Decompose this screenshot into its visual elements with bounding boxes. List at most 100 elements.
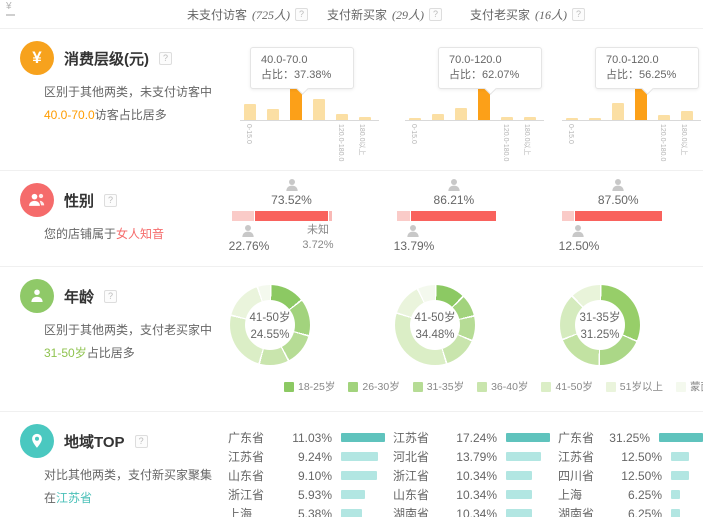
region-bar bbox=[506, 471, 532, 480]
region-percent: 11.03% bbox=[286, 431, 332, 445]
donut-center-percent: 31.25% bbox=[580, 329, 619, 341]
x-axis-label: 120.0-180.0 bbox=[337, 124, 344, 161]
legend-label: 31-35岁 bbox=[427, 379, 464, 394]
bar bbox=[359, 117, 371, 120]
region-left-panel: 地域TOP ? 对比其他两类，支付新买家聚集在江苏省 bbox=[0, 412, 228, 517]
consumption-left-panel: ¥ 消费层级(元) ? 区别于其他两类，未支付访客中40.0-70.0访客占比居… bbox=[0, 29, 228, 170]
region-row: 浙江省10.34% bbox=[393, 466, 558, 485]
region-name: 河北省 bbox=[393, 448, 451, 465]
legend-label: 51岁以上 bbox=[620, 379, 663, 394]
donut-center-label: 31-35岁31.25% bbox=[550, 285, 650, 365]
help-icon[interactable]: ? bbox=[572, 8, 585, 21]
bar bbox=[244, 104, 256, 120]
legend-label: 26-30岁 bbox=[362, 379, 399, 394]
region-name: 山东省 bbox=[393, 486, 451, 503]
bar bbox=[589, 118, 601, 120]
bar bbox=[524, 117, 536, 120]
legend-item: 蒙面侠 bbox=[676, 379, 703, 394]
tooltip-share: 占比：62.07% bbox=[449, 68, 541, 83]
age-legend: 18-25岁26-30岁31-35岁36-40岁41-50岁51岁以上蒙面侠 bbox=[284, 379, 703, 394]
legend-swatch bbox=[606, 382, 616, 392]
male-percent-label: 13.79% bbox=[391, 239, 437, 253]
gender-bar bbox=[562, 211, 662, 221]
legend-item: 18-25岁 bbox=[284, 379, 335, 394]
gender-bar bbox=[397, 211, 496, 221]
bar bbox=[501, 117, 513, 120]
help-icon[interactable]: ? bbox=[159, 52, 172, 65]
x-axis-label: 0-15.0 bbox=[245, 124, 252, 144]
x-axis-label: 120.0-180.0 bbox=[659, 124, 666, 161]
consumption-description: 区别于其他两类，未支付访客中40.0-70.0访客占比居多 bbox=[44, 81, 216, 127]
help-icon[interactable]: ? bbox=[429, 8, 442, 21]
bar bbox=[336, 114, 348, 120]
bar bbox=[409, 118, 421, 120]
region-name: 江苏省 bbox=[558, 448, 616, 465]
region-list-2[interactable]: 江苏省17.24%河北省13.79%浙江省10.34%山东省10.34%湖南省1… bbox=[393, 412, 558, 517]
chart-tooltip: 70.0-120.0占比：56.25% bbox=[595, 47, 699, 89]
region-bar bbox=[341, 433, 385, 442]
help-icon[interactable]: ? bbox=[295, 8, 308, 21]
female-person-icon bbox=[610, 177, 626, 193]
gender-segment-female bbox=[575, 211, 662, 221]
region-row: 江苏省12.50% bbox=[558, 447, 703, 466]
region-bar bbox=[671, 509, 680, 517]
region-percent: 17.24% bbox=[451, 431, 497, 445]
segment-tab-label: 支付老买家 bbox=[470, 6, 530, 23]
x-axis-label: 120.0-180.0 bbox=[502, 124, 509, 161]
region-row: 湖南省6.25% bbox=[558, 504, 703, 517]
region-row: 四川省12.50% bbox=[558, 466, 703, 485]
region-list-3[interactable]: 广东省31.25%江苏省12.50%四川省12.50%上海6.25%湖南省6.2… bbox=[558, 412, 703, 517]
segment-header: 未支付访客(725人)? 支付新买家(29人)? 支付老买家(16人)? bbox=[0, 0, 703, 29]
bar bbox=[455, 108, 467, 120]
help-icon[interactable]: ? bbox=[104, 194, 117, 207]
gender-title-row: 性别 ? bbox=[20, 171, 228, 217]
region-bar bbox=[341, 490, 365, 499]
desc-text: 区别于其他两类，支付老买家中 bbox=[44, 323, 212, 337]
donut-center-label: 41-50岁34.48% bbox=[385, 285, 485, 365]
chart-tooltip: 40.0-70.0占比：37.38% bbox=[250, 47, 354, 89]
segment-tab-label: 支付新买家 bbox=[327, 6, 387, 23]
bar bbox=[612, 103, 624, 120]
consumption-chart-3[interactable]: 0-15.0120.0-180.0180.0以上70.0-120.0占比：56.… bbox=[558, 29, 703, 170]
gender-bar bbox=[232, 211, 332, 221]
gender-left-panel: 性别 ? 您的店铺属于女人知音 bbox=[0, 171, 228, 266]
female-person-icon bbox=[446, 177, 462, 193]
yen-icon: ¥ bbox=[20, 41, 54, 75]
segment-tab-label: 未支付访客 bbox=[187, 6, 247, 23]
region-description: 对比其他两类，支付新买家聚集在江苏省 bbox=[44, 464, 216, 510]
desc-text: 您的店铺属于 bbox=[44, 227, 116, 241]
x-axis bbox=[240, 120, 379, 121]
help-icon[interactable]: ? bbox=[104, 290, 117, 303]
x-axis bbox=[405, 120, 544, 121]
gender-chart-3[interactable]: 87.50%12.50% bbox=[558, 171, 703, 266]
region-percent: 6.25% bbox=[616, 507, 662, 517]
consumption-chart-1[interactable]: 0-15.0120.0-180.0180.0以上40.0-70.0占比：37.3… bbox=[228, 29, 393, 170]
region-row: 江苏省17.24% bbox=[393, 428, 558, 447]
region-percent: 13.79% bbox=[451, 450, 497, 464]
desc-highlight: 女人知音 bbox=[116, 227, 164, 241]
bar bbox=[566, 118, 578, 120]
region-name: 上海 bbox=[228, 505, 286, 517]
desc-highlight: 31-50岁 bbox=[44, 346, 87, 360]
region-bar bbox=[506, 452, 541, 461]
region-bar bbox=[659, 433, 703, 442]
region-list-1[interactable]: 广东省11.03%江苏省9.24%山东省9.10%浙江省5.93%上海5.38% bbox=[228, 412, 393, 517]
tooltip-range: 70.0-120.0 bbox=[606, 53, 698, 68]
region-title-row: 地域TOP ? bbox=[20, 412, 228, 458]
region-bar bbox=[506, 509, 532, 517]
legend-item: 51岁以上 bbox=[606, 379, 663, 394]
tooltip-range: 70.0-120.0 bbox=[449, 53, 541, 68]
consumption-chart-2[interactable]: 0-15.0120.0-180.0180.0以上70.0-120.0占比：62.… bbox=[393, 29, 558, 170]
person-glyph bbox=[28, 287, 46, 305]
segment-tab-count: (16人) bbox=[535, 6, 567, 23]
region-bar bbox=[671, 490, 680, 499]
help-icon[interactable]: ? bbox=[135, 435, 148, 448]
region-row: 湖南省10.34% bbox=[393, 504, 558, 517]
gender-chart-2[interactable]: 86.21%13.79% bbox=[393, 171, 558, 266]
x-axis-label: 0-15.0 bbox=[567, 124, 574, 144]
gender-chart-1[interactable]: 73.52%22.76%未知3.72% bbox=[228, 171, 393, 266]
gender-segment-male bbox=[232, 211, 254, 221]
region-percent: 12.50% bbox=[616, 450, 662, 464]
gender-description: 您的店铺属于女人知音 bbox=[44, 223, 216, 246]
male-person-icon bbox=[405, 223, 421, 239]
